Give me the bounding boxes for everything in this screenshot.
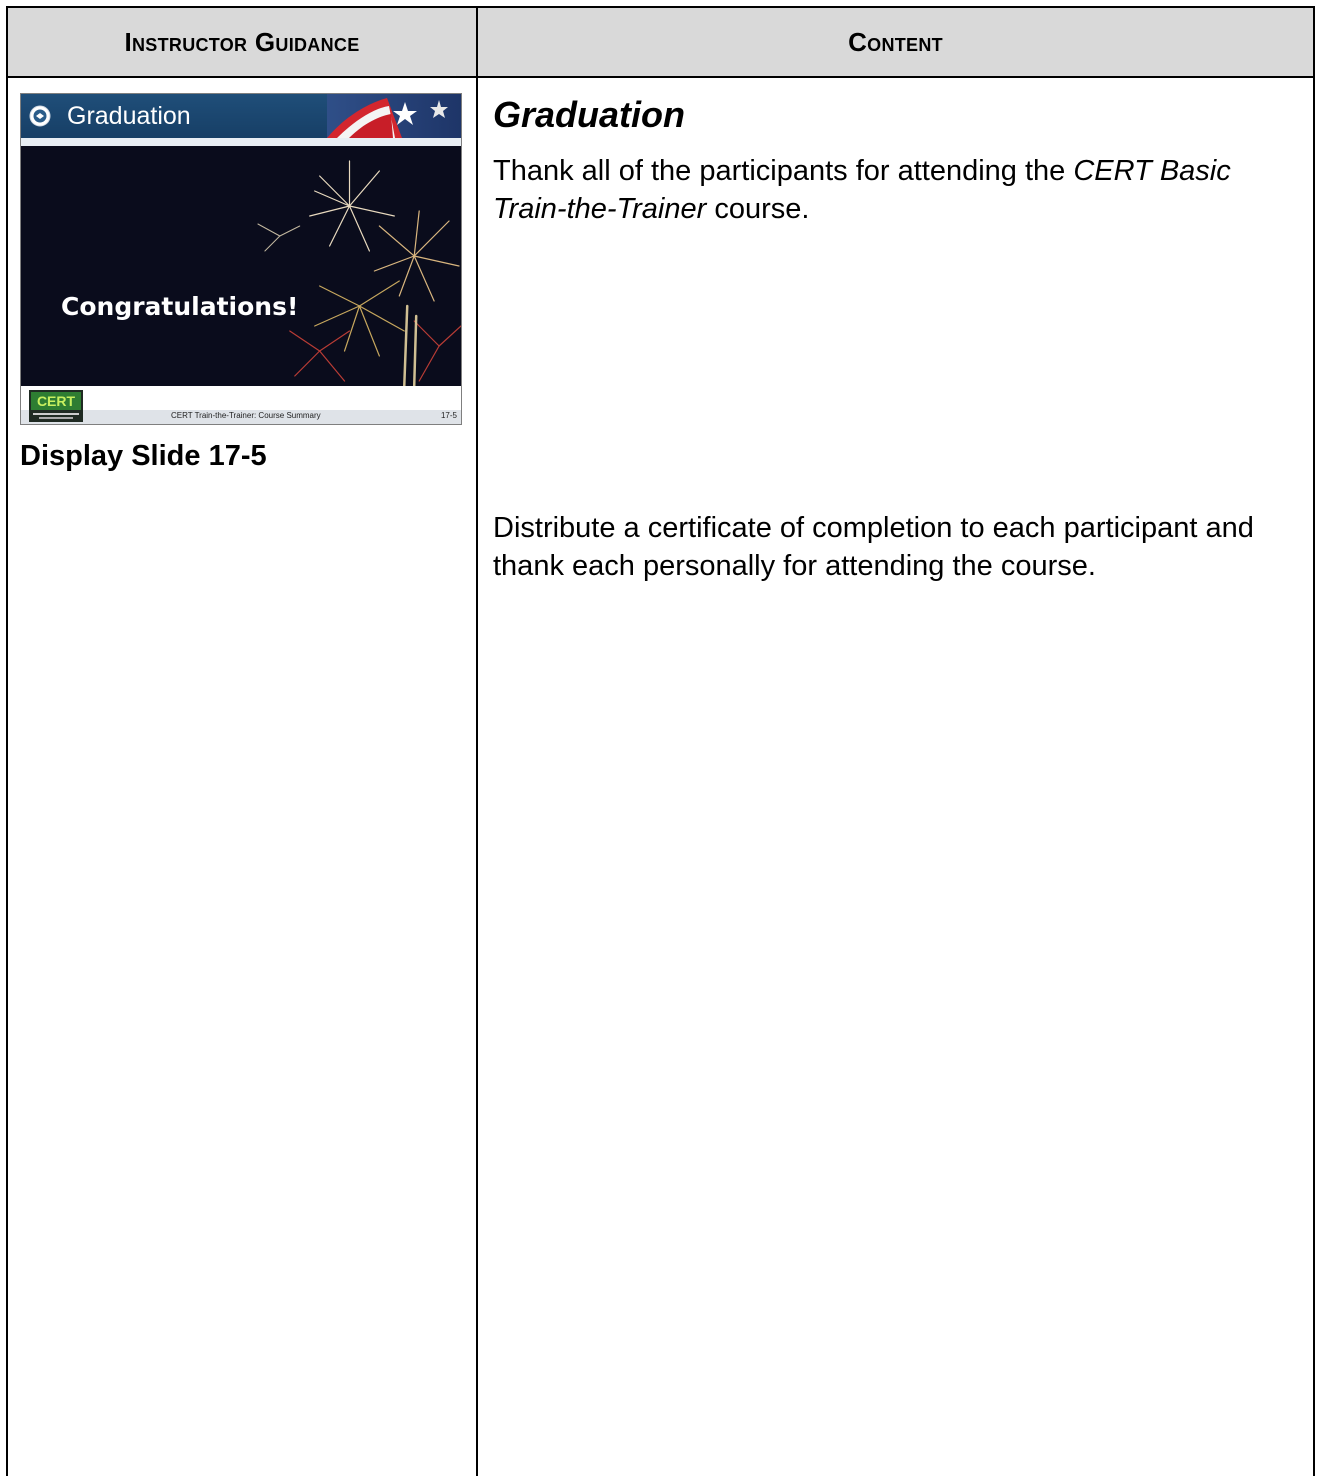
- paragraph-1-text-b: course.: [706, 193, 810, 225]
- instructor-guidance-header: Instructor Guidance: [124, 26, 360, 57]
- slide-thumbnail: Graduation Congratulations! CERT CERT Tr…: [20, 93, 462, 425]
- paragraph-1-text-a: Thank all of the participants for attend…: [493, 155, 1074, 187]
- content-paragraph-1: Thank all of the participants for attend…: [493, 152, 1293, 228]
- slide-footer-text: CERT Train-the-Trainer: Course Summary: [171, 411, 321, 420]
- cert-logo: CERT: [29, 390, 83, 422]
- slide-number: 17-5: [440, 411, 457, 420]
- slide-title-bar: Graduation: [21, 94, 461, 138]
- slide-divider-stripe: [21, 138, 461, 146]
- slide-footer: CERT CERT Train-the-Trainer: Course Summ…: [21, 386, 461, 424]
- content-title: Graduation: [493, 94, 686, 135]
- content-header: Content: [848, 26, 943, 57]
- slide-congratulations-text: Congratulations!: [61, 292, 299, 321]
- american-flag-image: [327, 94, 461, 138]
- slide-title: Graduation: [67, 102, 191, 130]
- display-slide-label: Display Slide 17-5: [20, 440, 267, 472]
- dhs-seal-icon: [29, 105, 51, 127]
- cert-logo-text: CERT: [37, 393, 76, 409]
- content-paragraph-2: Distribute a certificate of completion t…: [493, 512, 1254, 582]
- column-divider: [476, 8, 478, 1476]
- fireworks-photo: [21, 146, 461, 386]
- table-header-row: Instructor Guidance Content: [8, 8, 1313, 78]
